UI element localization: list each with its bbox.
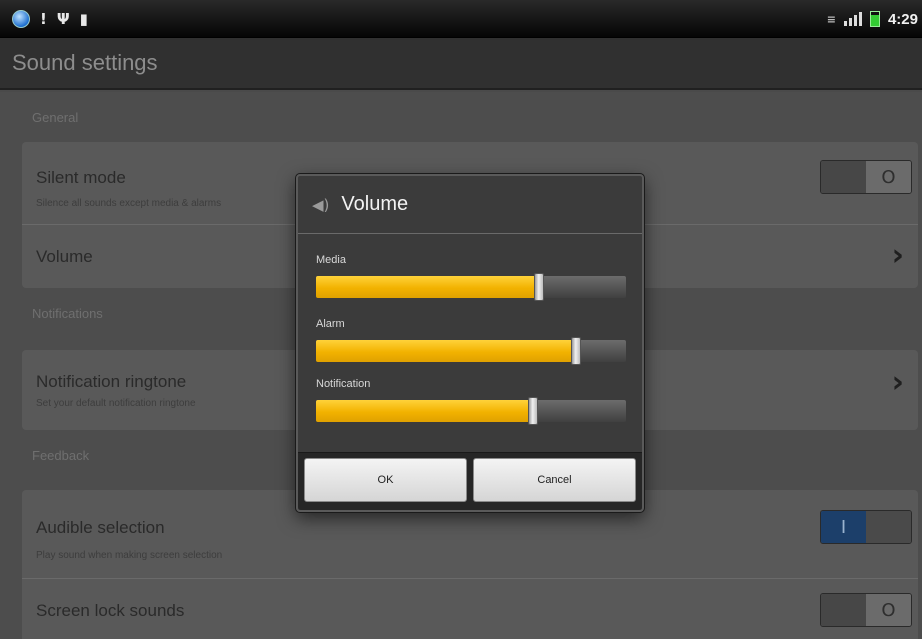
signal-icon <box>843 12 862 26</box>
slider-thumb[interactable] <box>571 337 581 365</box>
slider-fill <box>316 340 576 362</box>
usb-icon: Ψ <box>56 9 70 28</box>
sound-settings-screen: ! Ψ ▮ ≡ 4:29 Sound settings General Sile… <box>0 0 922 639</box>
cancel-button[interactable]: Cancel <box>473 458 636 502</box>
title-bar: Sound settings <box>0 38 922 90</box>
toggle-off-symbol: O <box>866 161 911 193</box>
sd-card-icon: ▮ <box>79 9 88 28</box>
speaker-icon: ◀) <box>312 195 330 214</box>
dialog-title: Volume <box>341 193 409 215</box>
globe-icon <box>12 10 30 28</box>
screen-lock-sounds-title: Screen lock sounds <box>36 601 185 620</box>
silent-mode-subtitle: Silence all sounds except media & alarms <box>36 198 222 209</box>
silent-mode-title: Silent mode <box>36 168 126 187</box>
feedback-card: Audible selection Play sound when making… <box>22 490 918 639</box>
alert-icon: ! <box>40 9 47 28</box>
media-volume-label: Media <box>316 254 346 266</box>
volume-dialog: ◀) Volume Media Alarm Notification OK Ca… <box>296 174 644 512</box>
audible-selection-toggle[interactable]: I <box>820 510 912 544</box>
section-header-general: General <box>32 109 79 125</box>
ok-button[interactable]: OK <box>304 458 467 502</box>
audible-selection-title: Audible selection <box>36 518 165 537</box>
slider-thumb[interactable] <box>528 397 538 425</box>
toggle-on-symbol: I <box>821 511 866 543</box>
network-type-icon: ≡ <box>826 12 836 26</box>
screen-lock-sounds-toggle[interactable]: O <box>820 593 912 627</box>
volume-title: Volume <box>36 247 93 266</box>
notification-ringtone-title: Notification ringtone <box>36 372 187 391</box>
slider-fill <box>316 276 539 298</box>
battery-icon <box>869 11 880 27</box>
screen-lock-sounds-row[interactable]: Screen lock sounds O <box>22 579 918 639</box>
notification-volume-label: Notification <box>316 378 371 390</box>
dialog-title-bar: ◀) Volume <box>298 176 642 234</box>
chevron-right-icon: › <box>891 238 904 273</box>
slider-fill <box>316 400 533 422</box>
audible-selection-subtitle: Play sound when making screen selection <box>36 550 223 561</box>
notification-ringtone-subtitle: Set your default notification ringtone <box>36 398 196 409</box>
slider-thumb[interactable] <box>534 273 544 301</box>
toggle-off-symbol: O <box>866 594 911 626</box>
media-volume-slider[interactable] <box>316 273 626 301</box>
status-bar: ! Ψ ▮ ≡ 4:29 <box>0 0 922 38</box>
alarm-volume-slider[interactable] <box>316 337 626 365</box>
status-time: 4:29 <box>887 10 918 28</box>
page-title: Sound settings <box>12 50 158 75</box>
silent-mode-toggle[interactable]: O <box>820 160 912 194</box>
chevron-right-icon: › <box>891 365 904 400</box>
notification-volume-slider[interactable] <box>316 397 626 425</box>
alarm-volume-label: Alarm <box>316 318 345 330</box>
dialog-button-bar: OK Cancel <box>298 452 642 510</box>
